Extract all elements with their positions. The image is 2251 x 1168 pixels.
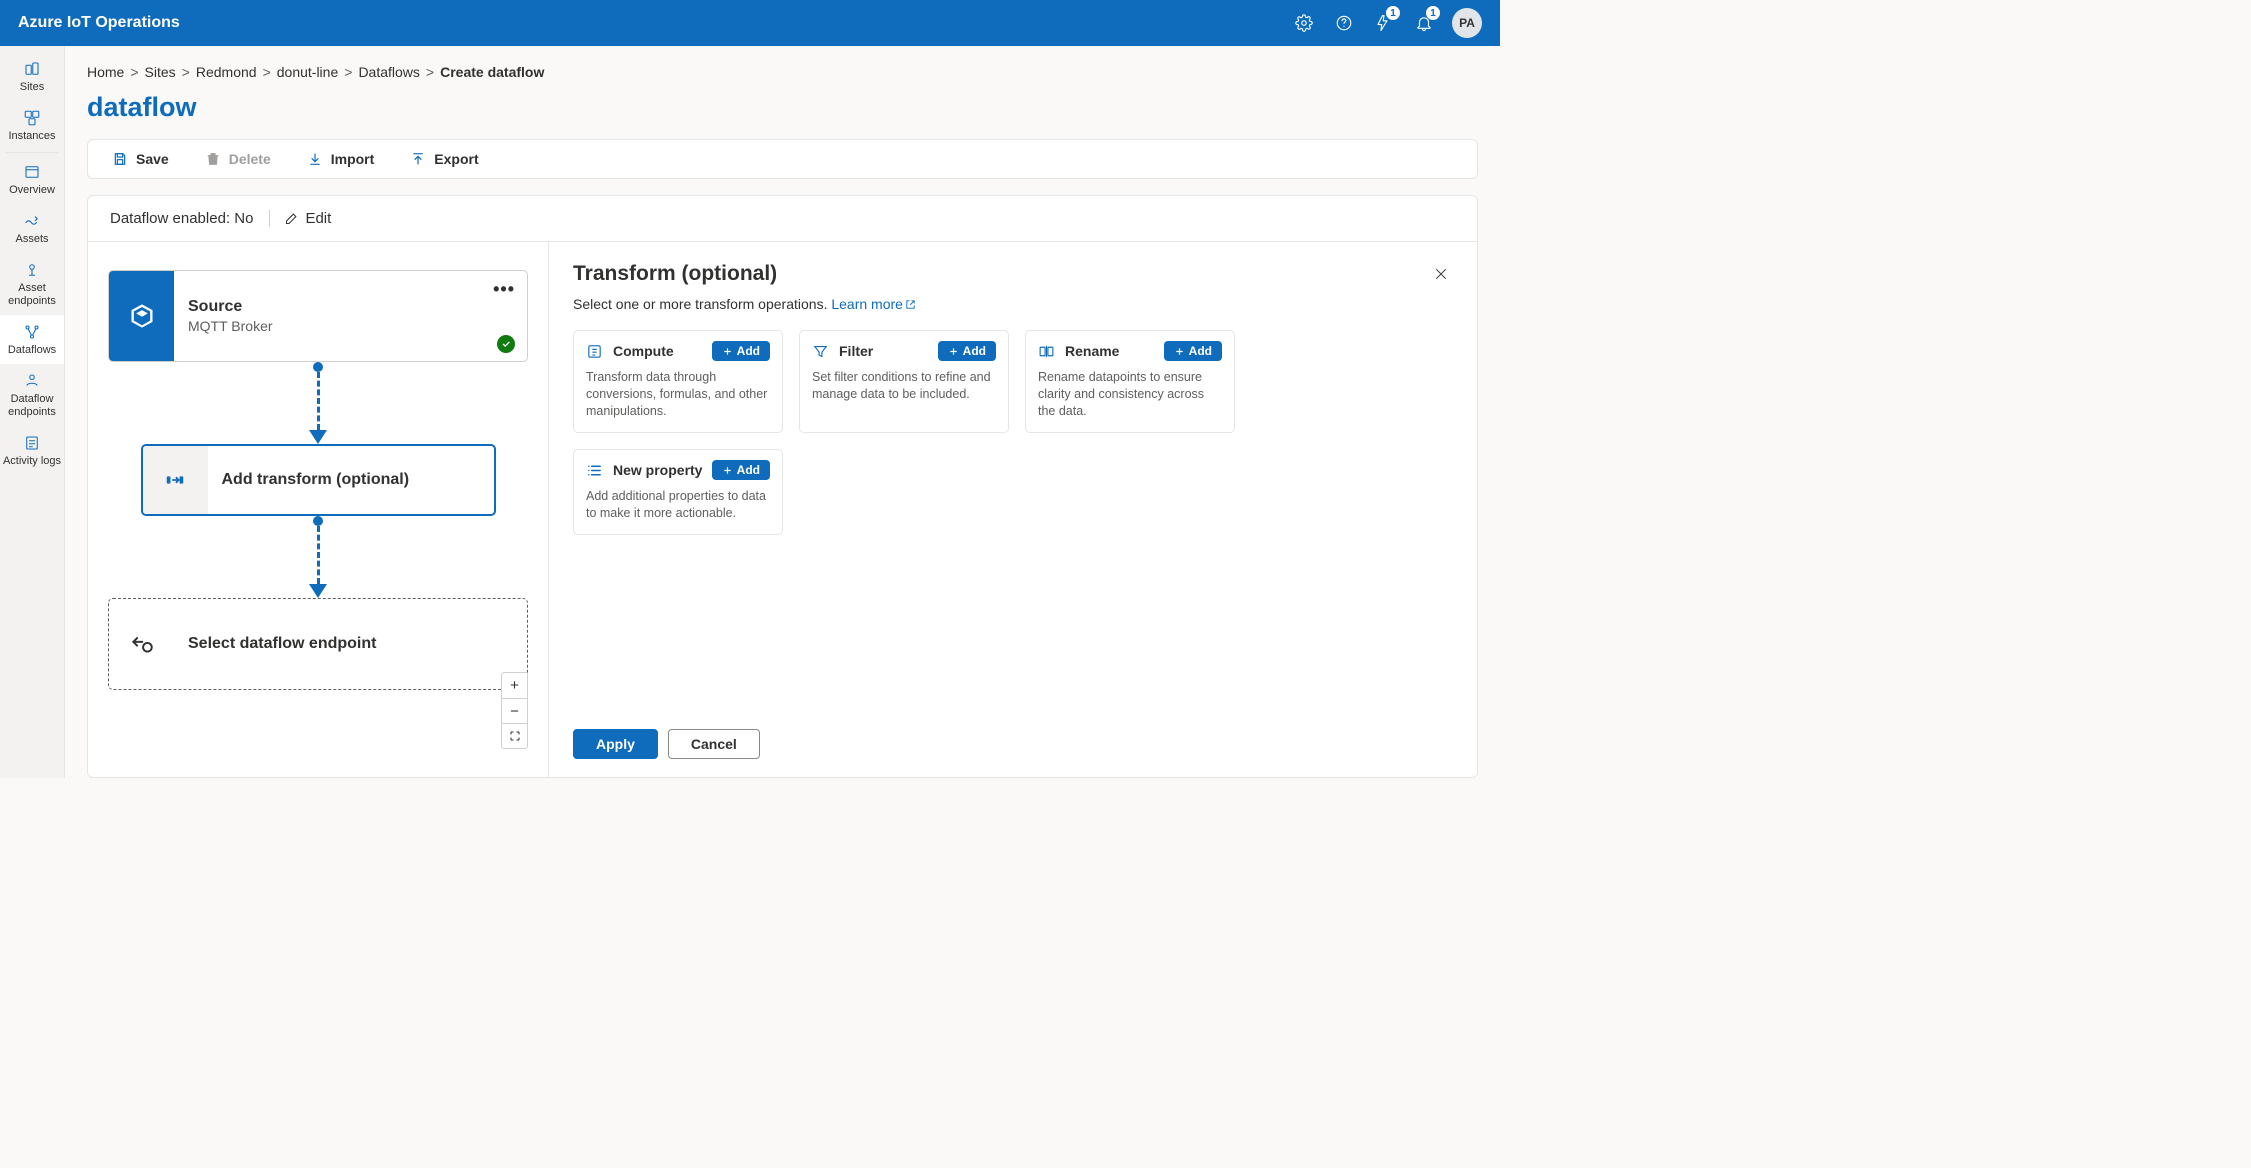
add-filter-button[interactable]: Add [938, 341, 996, 361]
source-node-title: Source [188, 298, 513, 316]
status-bar: Dataflow enabled: No Edit [88, 196, 1477, 242]
sidebar-item-assets[interactable]: Assets [0, 204, 64, 253]
sidebar-item-asset-endpoints[interactable]: Asset endpoints [0, 253, 64, 315]
toolbar: Save Delete Import Export [87, 139, 1478, 179]
notifications-badge: 1 [1426, 6, 1440, 20]
sidebar-item-overview[interactable]: Overview [0, 155, 64, 204]
sidebar-item-instances[interactable]: Instances [0, 101, 64, 150]
connector-arrow [108, 362, 528, 444]
breadcrumb-link[interactable]: Sites [145, 64, 176, 80]
transform-node-title: Add transform (optional) [222, 471, 480, 489]
breadcrumb-link[interactable]: Redmond [196, 64, 257, 80]
zoom-in-button[interactable]: + [502, 673, 527, 698]
page-title: dataflow [87, 92, 1478, 123]
sidebar-item-label: Dataflows [8, 344, 56, 357]
add-rename-button[interactable]: Add [1164, 341, 1222, 361]
sidebar-item-dataflows[interactable]: Dataflows [0, 315, 64, 364]
transform-panel: Transform (optional) Select one or more … [549, 242, 1477, 777]
destination-node-title: Select dataflow endpoint [188, 635, 513, 653]
zoom-controls: + − [501, 672, 528, 749]
cancel-button[interactable]: Cancel [668, 729, 760, 759]
panel-description: Select one or more transform operations.… [573, 296, 1453, 312]
sidebar-item-label: Sites [20, 81, 44, 94]
zoom-out-button[interactable]: − [502, 698, 527, 723]
check-icon [497, 335, 515, 353]
cube-icon [109, 271, 174, 361]
source-node-subtitle: MQTT Broker [188, 318, 513, 334]
learn-more-link[interactable]: Learn more [831, 296, 916, 312]
app-header: Azure IoT Operations 1 1 PA [0, 0, 1500, 46]
sidebar-item-label: Activity logs [3, 455, 61, 468]
export-button[interactable]: Export [410, 151, 478, 167]
sidebar-item-label: Assets [15, 233, 48, 246]
sidebar: Sites Instances Overview Assets Asset en… [0, 46, 65, 778]
delete-button: Delete [205, 151, 271, 167]
add-new-property-button[interactable]: Add [712, 460, 770, 480]
rename-icon [1038, 343, 1055, 360]
zoom-fit-button[interactable] [502, 723, 527, 748]
status-value: No [234, 210, 253, 227]
breadcrumb-link[interactable]: Dataflows [358, 64, 419, 80]
close-icon[interactable] [1429, 262, 1453, 286]
edit-button[interactable]: Edit [269, 210, 331, 227]
help-icon[interactable] [1324, 0, 1364, 46]
source-node[interactable]: Source MQTT Broker ••• [108, 270, 528, 362]
list-icon [586, 462, 603, 479]
diagnostics-icon[interactable]: 1 [1364, 0, 1404, 46]
transform-card-new-property: New property Add Add additional properti… [573, 449, 783, 535]
endpoint-icon [109, 599, 174, 689]
node-menu-icon[interactable]: ••• [493, 279, 515, 300]
breadcrumb-link[interactable]: Home [87, 64, 124, 80]
sidebar-item-label: Instances [8, 130, 55, 143]
connector-arrow [108, 516, 528, 598]
diagnostics-badge: 1 [1386, 6, 1400, 20]
destination-node[interactable]: Select dataflow endpoint [108, 598, 528, 690]
avatar[interactable]: PA [1452, 8, 1482, 38]
sidebar-item-activity-logs[interactable]: Activity logs [0, 426, 64, 475]
compute-icon [586, 343, 603, 360]
transform-card-compute: Compute Add Transform data through conve… [573, 330, 783, 433]
transform-icon [143, 446, 208, 514]
app-title: Azure IoT Operations [18, 14, 180, 32]
transform-card-rename: Rename Add Rename datapoints to ensure c… [1025, 330, 1235, 433]
import-button[interactable]: Import [307, 151, 375, 167]
breadcrumb-current: Create dataflow [440, 64, 544, 80]
apply-button[interactable]: Apply [573, 729, 658, 759]
transform-card-filter: Filter Add Set filter conditions to refi… [799, 330, 1009, 433]
notifications-icon[interactable]: 1 [1404, 0, 1444, 46]
breadcrumb: Home> Sites> Redmond> donut-line> Datafl… [87, 64, 1478, 80]
add-compute-button[interactable]: Add [712, 341, 770, 361]
sidebar-item-label: Dataflow endpoints [2, 393, 62, 419]
breadcrumb-link[interactable]: donut-line [277, 64, 339, 80]
sidebar-item-sites[interactable]: Sites [0, 52, 64, 101]
panel-title: Transform (optional) [573, 262, 777, 286]
sidebar-item-label: Asset endpoints [2, 282, 62, 308]
transform-node[interactable]: Add transform (optional) [141, 444, 496, 516]
sidebar-item-dataflow-endpoints[interactable]: Dataflow endpoints [0, 364, 64, 426]
sidebar-item-label: Overview [9, 184, 55, 197]
settings-icon[interactable] [1284, 0, 1324, 46]
filter-icon [812, 343, 829, 360]
save-button[interactable]: Save [112, 151, 169, 167]
dataflow-canvas: Source MQTT Broker ••• [88, 242, 549, 777]
